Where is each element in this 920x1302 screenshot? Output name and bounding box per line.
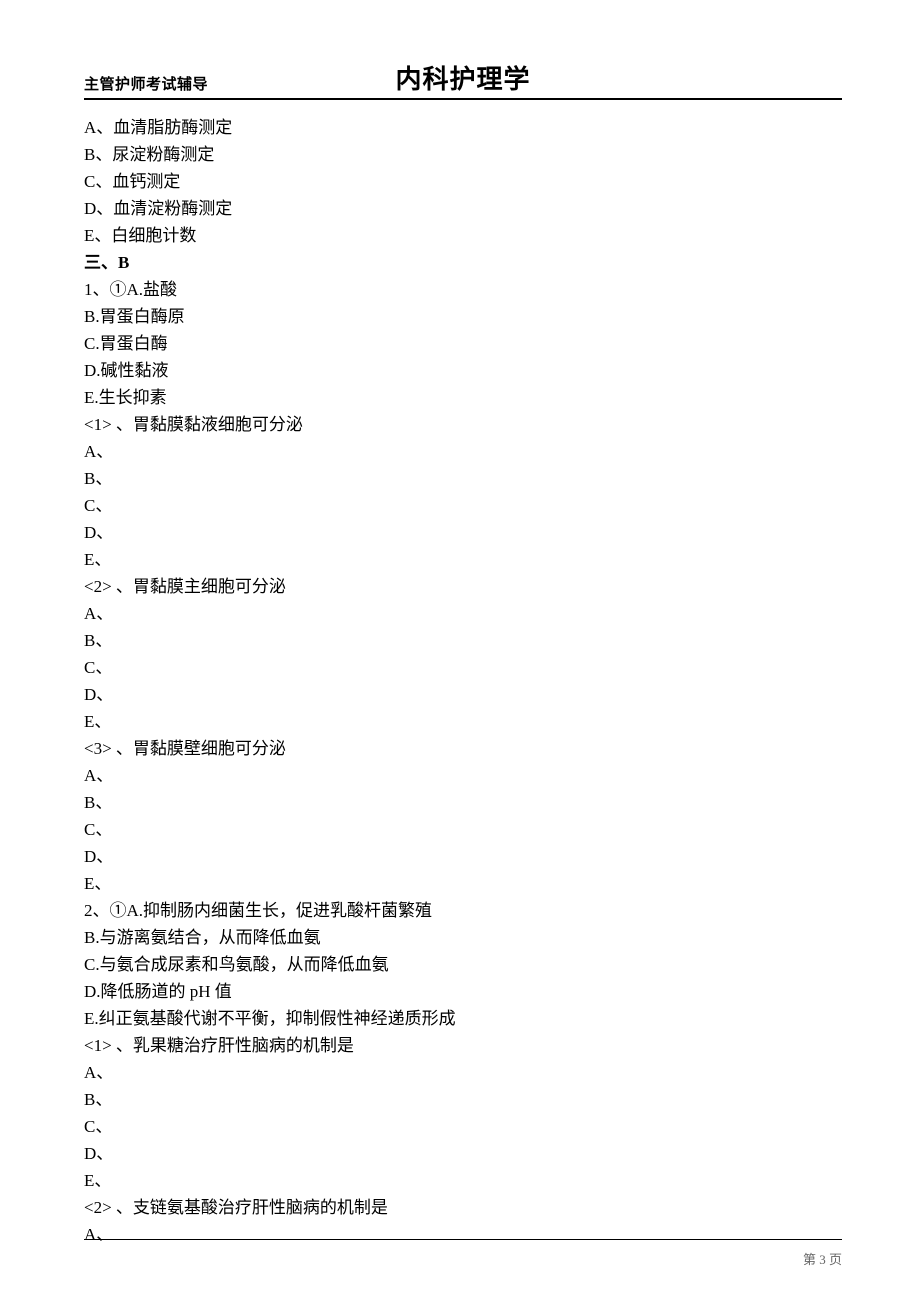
answer-blank: C、 — [84, 816, 842, 843]
answer-blank: B、 — [84, 789, 842, 816]
option-line: D、血清淀粉酶测定 — [84, 195, 842, 222]
option-line: A、血清脂肪酶测定 — [84, 114, 842, 141]
answer-blank: C、 — [84, 1113, 842, 1140]
answer-blank: D、 — [84, 1140, 842, 1167]
question-lead: 1、①A.盐酸 — [84, 276, 842, 303]
footer-rule — [84, 1239, 842, 1240]
header-title: 内科护理学 — [395, 59, 530, 96]
option-line: E.生长抑素 — [84, 384, 842, 411]
answer-blank: A、 — [84, 1221, 842, 1248]
question-lead: 2、①A.抑制肠内细菌生长，促进乳酸杆菌繁殖 — [84, 897, 842, 924]
option-line: E、白细胞计数 — [84, 222, 842, 249]
answer-blank: E、 — [84, 708, 842, 735]
option-line: B.与游离氨结合，从而降低血氨 — [84, 924, 842, 951]
page-content: A、血清脂肪酶测定 B、尿淀粉酶测定 C、血钙测定 D、血清淀粉酶测定 E、白细… — [84, 100, 842, 1248]
sub-question: <3> 、胃黏膜壁细胞可分泌 — [84, 735, 842, 762]
answer-blank: E、 — [84, 870, 842, 897]
header-left: 主管护师考试辅导 — [84, 73, 208, 94]
answer-blank: E、 — [84, 546, 842, 573]
option-line: D.碱性黏液 — [84, 357, 842, 384]
answer-blank: E、 — [84, 1167, 842, 1194]
option-line: C、血钙测定 — [84, 168, 842, 195]
page: 主管护师考试辅导 内科护理学 A、血清脂肪酶测定 B、尿淀粉酶测定 C、血钙测定… — [0, 0, 920, 1302]
answer-blank: C、 — [84, 492, 842, 519]
option-line: D.降低肠道的 pH 值 — [84, 978, 842, 1005]
option-line: C.胃蛋白酶 — [84, 330, 842, 357]
section-heading: 三、B — [84, 249, 842, 276]
answer-blank: B、 — [84, 627, 842, 654]
answer-blank: B、 — [84, 1086, 842, 1113]
sub-question: <2> 、支链氨基酸治疗肝性脑病的机制是 — [84, 1194, 842, 1221]
sub-question: <1> 、胃黏膜黏液细胞可分泌 — [84, 411, 842, 438]
answer-blank: A、 — [84, 600, 842, 627]
answer-blank: D、 — [84, 681, 842, 708]
sub-question: <2> 、胃黏膜主细胞可分泌 — [84, 573, 842, 600]
answer-blank: A、 — [84, 1059, 842, 1086]
answer-blank: D、 — [84, 519, 842, 546]
option-line: C.与氨合成尿素和鸟氨酸，从而降低血氨 — [84, 951, 842, 978]
page-header: 主管护师考试辅导 内科护理学 — [84, 62, 842, 100]
answer-blank: C、 — [84, 654, 842, 681]
option-line: B.胃蛋白酶原 — [84, 303, 842, 330]
answer-blank: D、 — [84, 843, 842, 870]
page-number: 第 3 页 — [803, 1249, 842, 1268]
option-line: E.纠正氨基酸代谢不平衡，抑制假性神经递质形成 — [84, 1005, 842, 1032]
answer-blank: A、 — [84, 438, 842, 465]
sub-question: <1> 、乳果糖治疗肝性脑病的机制是 — [84, 1032, 842, 1059]
answer-blank: B、 — [84, 465, 842, 492]
answer-blank: A、 — [84, 762, 842, 789]
option-line: B、尿淀粉酶测定 — [84, 141, 842, 168]
